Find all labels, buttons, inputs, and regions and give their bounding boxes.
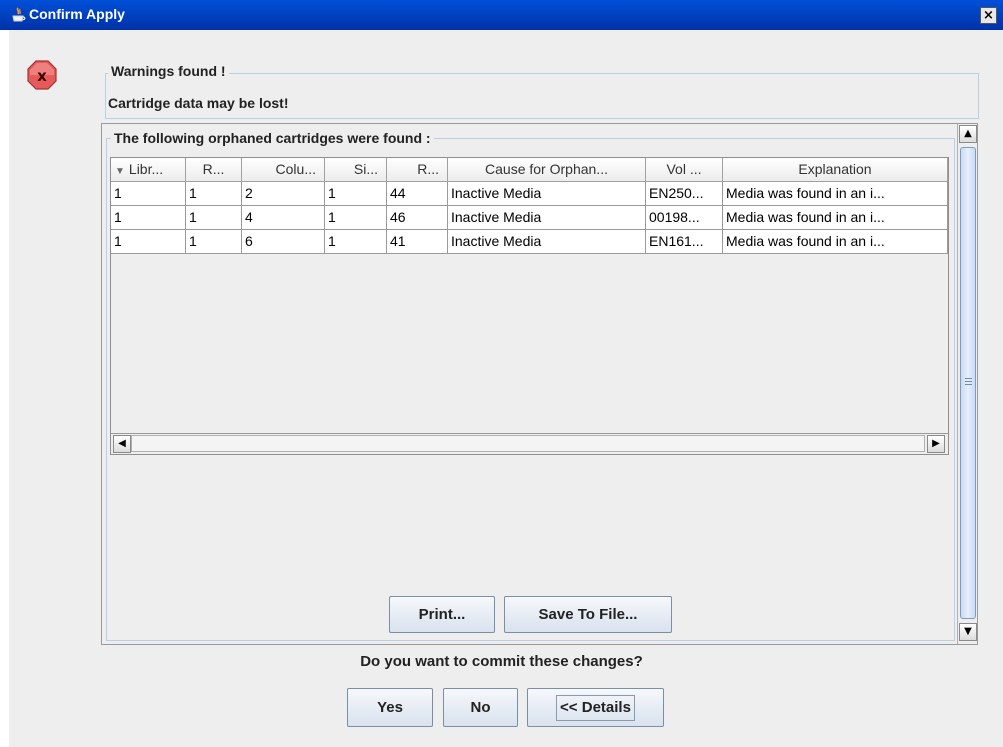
table-cell[interactable]: 1 <box>111 206 186 230</box>
table-cell[interactable]: 1 <box>186 206 242 230</box>
column-header[interactable]: ▼ Libr... <box>111 158 186 182</box>
column-header[interactable]: Colu... <box>242 158 325 182</box>
table-cell[interactable]: EN161... <box>646 230 723 254</box>
table-cell[interactable]: EN250... <box>646 182 723 206</box>
vertical-scrollbar[interactable]: ▲ ▼ <box>957 124 977 644</box>
table-cell[interactable]: 1 <box>325 182 387 206</box>
details-button-label: << Details <box>556 695 635 721</box>
print-button[interactable]: Print... <box>389 596 495 633</box>
table-cell[interactable]: 41 <box>387 230 448 254</box>
scroll-down-button[interactable]: ▼ <box>959 623 977 641</box>
vertical-scroll-thumb[interactable] <box>960 147 976 619</box>
horizontal-scroll-thumb[interactable] <box>131 435 925 452</box>
orphaned-cartridges-table: ▼ Libr... R... Colu... Si... R... Cause for Or… <box>110 157 949 455</box>
column-header-label: Vol ... <box>666 161 702 177</box>
sort-descending-icon: ▼ <box>115 166 125 177</box>
thumb-grip <box>965 384 972 385</box>
column-header-label: Cause for Orphan... <box>485 161 608 177</box>
column-header[interactable]: Cause for Orphan... <box>448 158 646 182</box>
table-cell[interactable]: 00198... <box>646 206 723 230</box>
column-header-label: Explanation <box>798 161 872 177</box>
table-cell[interactable]: 2 <box>242 182 325 206</box>
column-header[interactable]: Vol ... <box>646 158 723 182</box>
commit-question: Do you want to commit these changes? <box>360 653 643 670</box>
table-cell[interactable]: 6 <box>242 230 325 254</box>
warning-message: Cartridge data may be lost! <box>108 95 289 111</box>
column-header-label: R... <box>417 161 439 177</box>
table-cell[interactable]: Inactive Media <box>448 182 646 206</box>
column-header[interactable]: Explanation <box>723 158 948 182</box>
table-cell[interactable]: 1 <box>186 230 242 254</box>
close-icon: × <box>983 8 994 23</box>
table-cell[interactable]: 46 <box>387 206 448 230</box>
column-header[interactable]: R... <box>387 158 448 182</box>
column-header-label: Colu... <box>275 161 316 177</box>
thumb-grip <box>965 378 972 379</box>
table-cell[interactable]: Media was found in an i... <box>723 230 948 254</box>
details-button[interactable]: << Details <box>527 688 664 727</box>
table-cell[interactable]: 44 <box>387 182 448 206</box>
svg-text:x: x <box>37 67 47 85</box>
java-icon <box>12 7 26 22</box>
table-cell[interactable]: 1 <box>325 230 387 254</box>
column-header-label: Libr... <box>128 161 164 177</box>
table-cell[interactable]: 4 <box>242 206 325 230</box>
column-header[interactable]: Si... <box>325 158 387 182</box>
table-cell[interactable]: 1 <box>186 182 242 206</box>
column-header-label: R... <box>202 161 225 177</box>
table-cell[interactable]: 1 <box>111 230 186 254</box>
table-cell[interactable]: 1 <box>111 182 186 206</box>
table-cell[interactable]: Media was found in an i... <box>723 182 948 206</box>
table-cell[interactable]: Inactive Media <box>448 230 646 254</box>
title-bar[interactable]: Confirm Apply × <box>0 0 1003 30</box>
error-icon: x <box>27 60 57 90</box>
scroll-right-button[interactable]: ▶ <box>927 435 945 453</box>
table-cell[interactable]: 1 <box>325 206 387 230</box>
yes-button[interactable]: Yes <box>347 688 433 727</box>
table-cell[interactable]: Media was found in an i... <box>723 206 948 230</box>
orphaned-cartridges-title: The following orphaned cartridges were f… <box>111 130 434 146</box>
column-header-label: Si... <box>353 161 378 177</box>
warnings-title: Warnings found ! <box>108 63 229 79</box>
save-to-file-button[interactable]: Save To File... <box>504 596 672 633</box>
horizontal-scrollbar[interactable]: ◀ ▶ <box>111 433 948 454</box>
scroll-left-button[interactable]: ◀ <box>113 435 131 453</box>
table-cell[interactable]: Inactive Media <box>448 206 646 230</box>
close-button[interactable]: × <box>980 7 997 24</box>
no-button[interactable]: No <box>443 688 518 727</box>
column-header[interactable]: R... <box>186 158 242 182</box>
window-title: Confirm Apply <box>29 6 125 22</box>
scroll-up-button[interactable]: ▲ <box>959 125 977 143</box>
thumb-grip <box>965 381 972 382</box>
